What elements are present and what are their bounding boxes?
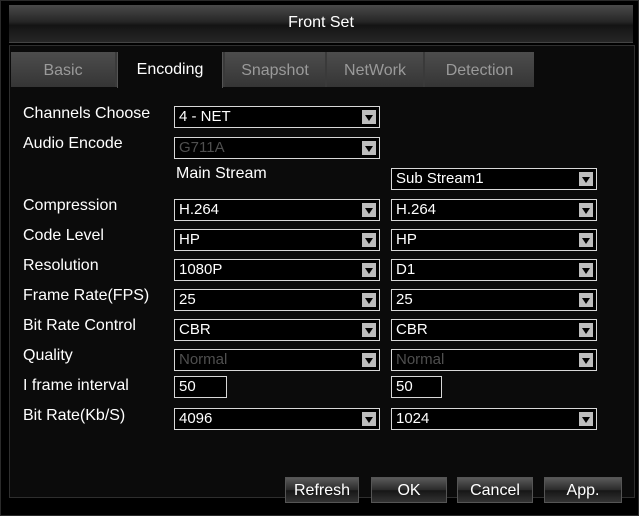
resolution-main-select[interactable]: 1080P — [174, 259, 380, 281]
quality-label: Quality — [23, 347, 73, 364]
tab-basic[interactable]: Basic — [11, 52, 115, 87]
refresh-button[interactable]: Refresh — [285, 477, 359, 503]
compression-main-select[interactable]: H.264 — [174, 199, 380, 221]
code-level-sub-value: HP — [396, 231, 417, 248]
resolution-label: Resolution — [23, 257, 99, 274]
audio-encode-label: Audio Encode — [23, 135, 123, 152]
audio-encode-select[interactable]: G711A — [174, 137, 380, 159]
iframe-interval-main-input[interactable]: 50 — [174, 376, 227, 398]
dropdown-arrow-icon — [579, 353, 593, 367]
compression-sub-select[interactable]: H.264 — [391, 199, 597, 221]
ok-button[interactable]: OK — [371, 477, 447, 503]
front-set-window: Front Set Basic Encoding Snapshot NetWor… — [0, 0, 639, 516]
bit-rate-control-label: Bit Rate Control — [23, 317, 136, 334]
cancel-button[interactable]: Cancel — [457, 477, 533, 503]
dropdown-arrow-icon — [362, 233, 376, 247]
dropdown-arrow-icon — [579, 172, 593, 186]
dropdown-arrow-icon — [362, 141, 376, 155]
dropdown-arrow-icon — [362, 353, 376, 367]
code-level-main-select[interactable]: HP — [174, 229, 380, 251]
compression-main-value: H.264 — [179, 201, 220, 218]
quality-main-value: Normal — [179, 351, 228, 368]
dropdown-arrow-icon — [362, 263, 376, 277]
bit-rate-main-select[interactable]: 4096 — [174, 408, 380, 430]
compression-sub-value: H.264 — [396, 201, 437, 218]
quality-main-select[interactable]: Normal — [174, 349, 380, 371]
tab-bar: Basic Encoding Snapshot NetWork Detectio… — [11, 52, 534, 88]
channels-choose-value: 4 - NET — [179, 108, 231, 125]
dropdown-arrow-icon — [362, 412, 376, 426]
iframe-interval-main-value: 50 — [179, 378, 196, 395]
resolution-main-value: 1080P — [179, 261, 223, 278]
frame-rate-sub-value: 25 — [396, 291, 413, 308]
dropdown-arrow-icon — [362, 293, 376, 307]
bit-rate-control-sub-select[interactable]: CBR — [391, 319, 597, 341]
quality-sub-select[interactable]: Normal — [391, 349, 597, 371]
dropdown-arrow-icon — [362, 110, 376, 124]
bit-rate-label: Bit Rate(Kb/S) — [23, 407, 126, 424]
resolution-sub-select[interactable]: D1 — [391, 259, 597, 281]
quality-sub-value: Normal — [396, 351, 445, 368]
iframe-interval-sub-value: 50 — [396, 378, 413, 395]
frame-rate-main-value: 25 — [179, 291, 196, 308]
frame-rate-label: Frame Rate(FPS) — [23, 287, 150, 304]
title-bar: Front Set — [9, 5, 633, 43]
bit-rate-control-main-select[interactable]: CBR — [174, 319, 380, 341]
sub-stream-value: Sub Stream1 — [396, 170, 484, 187]
dropdown-arrow-icon — [579, 263, 593, 277]
frame-rate-sub-select[interactable]: 25 — [391, 289, 597, 311]
iframe-interval-label: I frame interval — [23, 377, 129, 394]
tab-snapshot[interactable]: Snapshot — [225, 52, 325, 87]
sub-stream-select[interactable]: Sub Stream1 — [391, 168, 597, 190]
bit-rate-main-value: 4096 — [179, 410, 213, 427]
dropdown-arrow-icon — [579, 203, 593, 217]
code-level-main-value: HP — [179, 231, 200, 248]
window-title: Front Set — [288, 14, 354, 31]
channels-choose-label: Channels Choose — [23, 105, 151, 122]
audio-encode-value: G711A — [179, 139, 225, 156]
compression-label: Compression — [23, 197, 118, 214]
apply-button[interactable]: App. — [544, 477, 622, 503]
code-level-label: Code Level — [23, 227, 104, 244]
dropdown-arrow-icon — [362, 203, 376, 217]
dropdown-arrow-icon — [362, 323, 376, 337]
dropdown-arrow-icon — [579, 233, 593, 247]
tab-encoding[interactable]: Encoding — [117, 52, 223, 88]
bit-rate-control-main-value: CBR — [179, 321, 211, 338]
dropdown-arrow-icon — [579, 323, 593, 337]
dropdown-arrow-icon — [579, 412, 593, 426]
main-stream-label: Main Stream — [176, 165, 267, 182]
iframe-interval-sub-input[interactable]: 50 — [391, 376, 442, 398]
bit-rate-sub-select[interactable]: 1024 — [391, 408, 597, 430]
bit-rate-sub-value: 1024 — [396, 410, 430, 427]
bit-rate-control-sub-value: CBR — [396, 321, 428, 338]
resolution-sub-value: D1 — [396, 261, 416, 278]
frame-rate-main-select[interactable]: 25 — [174, 289, 380, 311]
dropdown-arrow-icon — [579, 293, 593, 307]
channels-choose-select[interactable]: 4 - NET — [174, 106, 380, 128]
tab-detection[interactable]: Detection — [425, 52, 534, 87]
code-level-sub-select[interactable]: HP — [391, 229, 597, 251]
tab-network[interactable]: NetWork — [327, 52, 423, 87]
